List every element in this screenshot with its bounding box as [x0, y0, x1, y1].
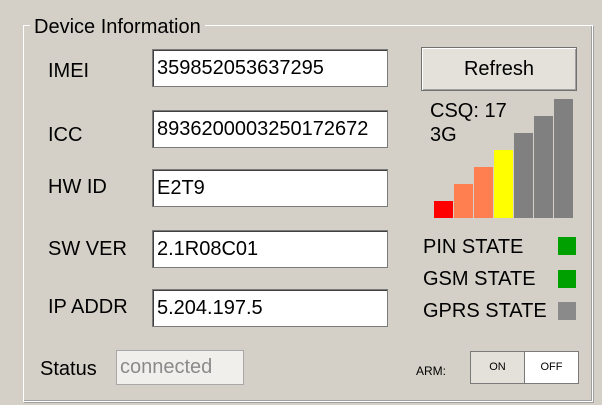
status-label: Status — [40, 358, 97, 380]
arm-off-button[interactable]: OFF — [524, 351, 579, 384]
signal-bar-1 — [434, 201, 453, 218]
gprs-state-label: GPRS STATE — [423, 300, 547, 322]
device-info-panel: Device Information IMEI 359852053637295 … — [0, 0, 602, 405]
hwid-field[interactable]: E2T9 — [152, 169, 388, 207]
pin-state-label: PIN STATE — [423, 236, 524, 258]
ipaddr-field[interactable]: 5.204.197.5 — [152, 289, 388, 327]
swver-label: SW VER — [48, 238, 127, 260]
signal-bar-2 — [454, 184, 473, 218]
signal-bar-4 — [494, 150, 513, 218]
group-title: Device Information — [30, 16, 205, 38]
imei-label: IMEI — [48, 60, 90, 82]
csq-text: CSQ: 17 — [430, 100, 507, 122]
icc-label: ICC — [48, 124, 83, 146]
gprs-state-indicator — [558, 302, 576, 320]
signal-bar-3 — [474, 167, 493, 218]
gsm-state-indicator — [558, 270, 576, 288]
network-type: 3G — [430, 124, 457, 146]
signal-bar-7 — [554, 99, 573, 218]
swver-field[interactable]: 2.1R08C01 — [152, 230, 388, 268]
imei-field[interactable]: 359852053637295 — [152, 49, 388, 87]
signal-bar-5 — [514, 133, 533, 218]
arm-label: ARM: — [416, 364, 446, 378]
pin-state-indicator — [558, 237, 576, 255]
icc-field[interactable]: 8936200003250172672 — [152, 110, 388, 148]
status-field: connected — [116, 350, 244, 385]
refresh-button[interactable]: Refresh — [421, 47, 577, 91]
signal-bar-6 — [534, 116, 553, 218]
arm-on-button[interactable]: ON — [470, 351, 525, 384]
gsm-state-label: GSM STATE — [423, 268, 536, 290]
hwid-label: HW ID — [48, 176, 107, 198]
ipaddr-label: IP ADDR — [48, 296, 128, 318]
